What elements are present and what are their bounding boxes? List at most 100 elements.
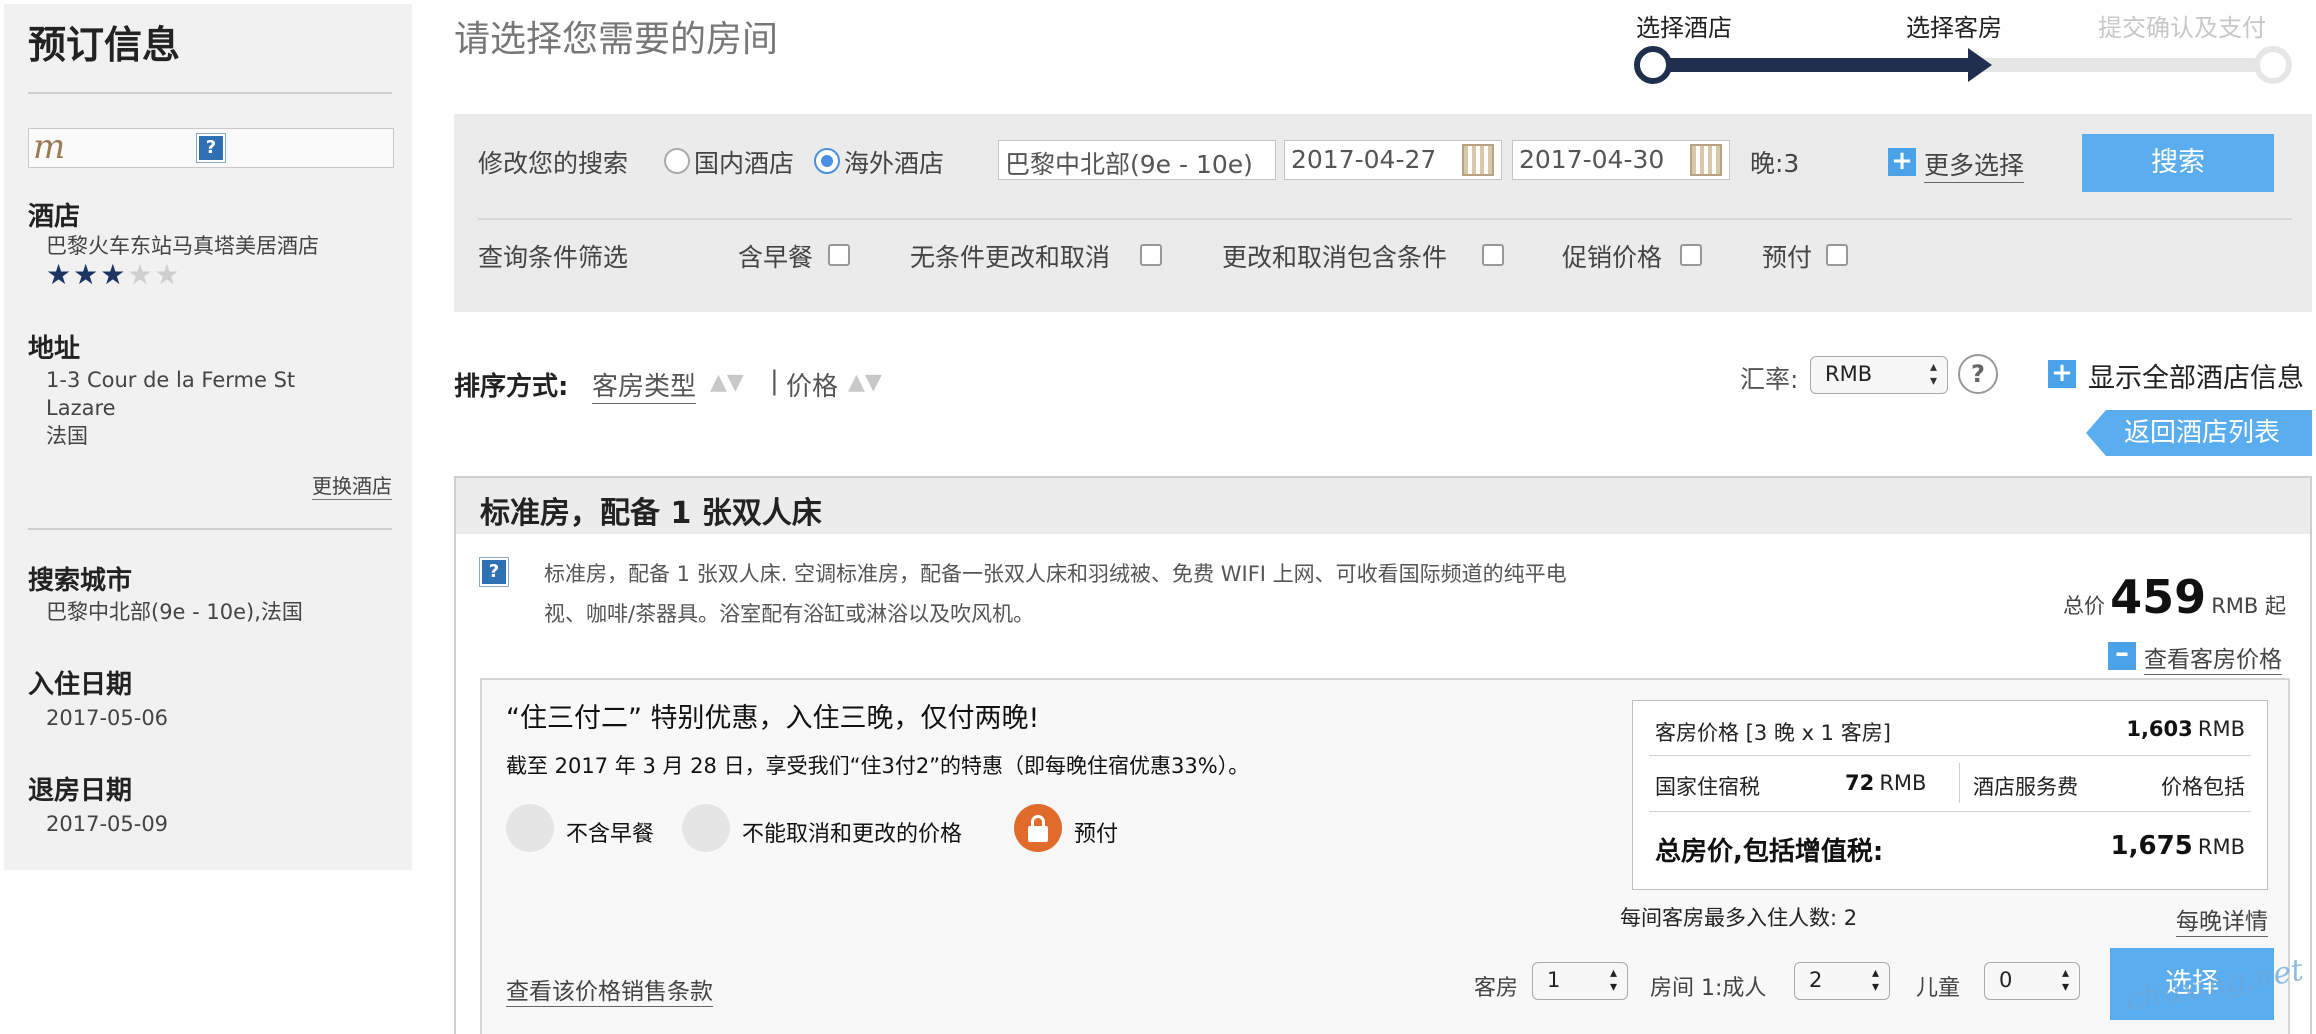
price-breakdown: 客房价格 [3 晚 x 1 客房] 1,603 RMB 国家住宿税 72 RMB… [1632, 700, 2268, 890]
divider [1959, 763, 1960, 803]
room-info-icon[interactable]: ? [479, 557, 509, 587]
hotel-logo: m ? [28, 127, 394, 168]
divider [478, 218, 2292, 220]
adults-select[interactable]: 2 ▴ ▾ [1794, 962, 1890, 1000]
filter-free-cancel-checkbox[interactable] [1140, 244, 1162, 266]
checkin-label: 入住日期 [28, 670, 133, 700]
total-suffix: RMB 起 [2211, 594, 2286, 618]
step-select-hotel: 选择酒店 [1636, 14, 1732, 42]
checkout-label: 退房日期 [28, 776, 133, 806]
radio-overseas-label[interactable]: 海外酒店 [844, 144, 944, 180]
search-panel: 修改您的搜索 国内酒店 海外酒店 巴黎中北部(9e - 10e) 2017-04… [454, 114, 2312, 312]
sort-asc-icon[interactable]: ▲▼ [710, 370, 744, 395]
plus-icon[interactable]: + [1888, 148, 1916, 176]
divider [28, 92, 392, 94]
radio-domestic-label[interactable]: 国内酒店 [694, 144, 794, 180]
no-breakfast-icon [506, 804, 554, 852]
feature-non-refundable: 不能取消和更改的价格 [742, 822, 963, 847]
progress-arrow-icon [1968, 48, 1992, 82]
plus-icon[interactable]: + [2048, 360, 2076, 388]
progress-end-dot [2254, 46, 2292, 84]
address-label: 地址 [28, 334, 81, 364]
sort-separator: | [770, 366, 779, 396]
hotel-label: 酒店 [28, 202, 81, 232]
progress-start-dot [1634, 46, 1672, 84]
grand-total: 1,675 RMB [2111, 831, 2245, 861]
booking-info-sidebar: 预订信息 m ? 酒店 巴黎火车东站马真塔美居酒店 ★★★★★ 地址 1-3 C… [4, 4, 412, 870]
non-refundable-icon [682, 804, 730, 852]
star-empty-icon: ★★ [127, 258, 182, 291]
radio-overseas[interactable] [814, 148, 840, 174]
room-price: 1,603 RMB [2126, 717, 2245, 741]
filter-promo-label: 促销价格 [1562, 243, 1663, 272]
tax-currency: RMB [1879, 771, 1927, 795]
address-line-2: Lazare [46, 396, 116, 420]
help-circle-icon[interactable]: ? [1958, 354, 1998, 394]
filter-promo-checkbox[interactable] [1680, 244, 1702, 266]
calendar-icon[interactable] [1462, 144, 1494, 176]
service-fee-value: 价格包括 [2161, 775, 2245, 799]
children-label: 儿童 [1916, 976, 1961, 1001]
divider [1649, 755, 2251, 756]
rooms-value: 1 [1547, 968, 1561, 992]
currency-select[interactable]: RMB ▴ ▾ [1810, 356, 1948, 394]
grand-total-currency: RMB [2197, 835, 2245, 859]
total-price-value: 459 [2110, 570, 2207, 624]
star-filled-icon: ★★★ [46, 258, 128, 291]
total-label: 总价 [2062, 594, 2105, 618]
sort-by-room-type[interactable]: 客房类型 [592, 366, 697, 404]
rooms-select[interactable]: 1 ▴ ▾ [1532, 962, 1628, 1000]
address-line-1: 1-3 Cour de la Ferme St [46, 368, 296, 392]
radio-domestic[interactable] [664, 148, 690, 174]
filter-breakfast-label: 含早餐 [738, 243, 814, 272]
hotel-name: 巴黎火车东站马真塔美居酒店 [46, 234, 319, 258]
currency-label: 汇率: [1740, 365, 1799, 394]
room-total-price: 总价 459 RMB 起 [2063, 570, 2286, 624]
filter-prepay-checkbox[interactable] [1826, 244, 1848, 266]
lock-icon [1014, 804, 1062, 852]
children-select[interactable]: 0 ▴ ▾ [1984, 962, 2080, 1000]
search-button[interactable]: 搜索 [2082, 134, 2274, 192]
back-to-list-button[interactable]: 返回酒店列表 [2086, 410, 2312, 456]
more-options-link[interactable]: 更多选择 [1924, 146, 2025, 183]
search-city-label: 搜索城市 [28, 566, 133, 596]
change-hotel-link[interactable]: 更换酒店 [312, 470, 392, 500]
sort-by-price[interactable]: 价格 [786, 366, 838, 403]
tax: 72 RMB [1845, 771, 1926, 795]
room-price-value: 1,603 [2126, 717, 2193, 741]
checkin-value: 2017-05-06 [46, 706, 169, 730]
nights-count: 晚:3 [1750, 149, 1800, 178]
adults-value: 2 [1809, 968, 1823, 992]
adults-label: 房间 1:成人 [1650, 976, 1767, 1001]
room-price-currency: RMB [2197, 717, 2245, 741]
feature-no-breakfast: 不含早餐 [566, 822, 655, 847]
room-description: 标准房，配备 1 张双人床. 空调标准房，配备一张双人床和羽绒被、免费 WIFI… [544, 562, 1567, 626]
page-title: 请选择您需要的房间 [454, 19, 779, 60]
filter-breakfast-checkbox[interactable] [828, 244, 850, 266]
destination-input[interactable]: 巴黎中北部(9e - 10e) [998, 140, 1276, 180]
sidebar-title: 预订信息 [28, 23, 181, 67]
address-country: 法国 [46, 424, 88, 448]
grand-total-label: 总房价,包括增值税: [1655, 837, 1884, 867]
view-room-prices-link[interactable]: 查看客房价格 [2144, 640, 2282, 675]
filter-conditional-cancel-label: 更改和取消包含条件 [1222, 243, 1448, 272]
sort-label: 排序方式: [454, 372, 569, 402]
tax-label: 国家住宿税 [1655, 775, 1760, 799]
filter-label: 查询条件筛选 [478, 243, 629, 272]
room-price-label: 客房价格 [3 晚 x 1 客房] [1655, 721, 1891, 745]
filter-conditional-cancel-checkbox[interactable] [1482, 244, 1504, 266]
progress-fill [1640, 58, 1970, 72]
search-city-value: 巴黎中北部(9e - 10e),法国 [46, 600, 303, 624]
minus-icon[interactable]: – [2108, 639, 2136, 670]
filter-free-cancel-label: 无条件更改和取消 [910, 243, 1111, 272]
sales-terms-link[interactable]: 查看该价格销售条款 [506, 972, 713, 1007]
select-arrows-icon: ▴ ▾ [1871, 965, 1879, 995]
sort-price-icon[interactable]: ▲▼ [848, 370, 882, 395]
help-icon[interactable]: ? [196, 133, 226, 163]
divider [28, 528, 392, 530]
step-select-room: 选择客房 [1906, 14, 2002, 42]
show-all-hotel-info[interactable]: 显示全部酒店信息 [2088, 356, 2304, 395]
calendar-icon[interactable] [1690, 144, 1722, 176]
select-arrows-icon: ▴ ▾ [1929, 359, 1937, 389]
nightly-details-link[interactable]: 每晚详情 [2176, 902, 2268, 937]
